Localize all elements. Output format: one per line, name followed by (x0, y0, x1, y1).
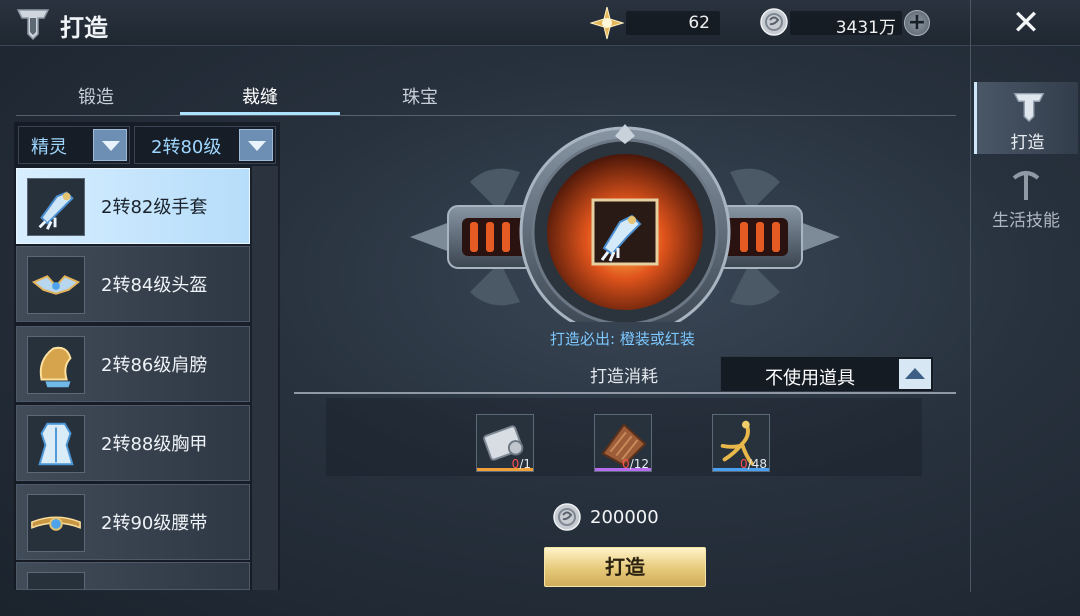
helmet-icon (27, 256, 85, 314)
forge-emblem (410, 124, 840, 322)
material-count: 0/1 (511, 457, 531, 471)
side-tab-forge[interactable]: 打造 (974, 82, 1078, 154)
pickaxe-icon (1012, 171, 1040, 200)
silver-coin-icon (553, 503, 581, 531)
forge-guarantee-note: 打造必出: 橙装或红装 (550, 330, 695, 348)
cost-label: 打造消耗 (590, 367, 658, 387)
belt-icon (27, 494, 85, 552)
list-item-label: 2转90级腰带 (101, 513, 208, 534)
chevron-down-icon (239, 129, 273, 161)
silver-cost: 200000 (590, 507, 659, 528)
gloves-icon (27, 178, 85, 236)
material-slot[interactable]: 0/1 (476, 414, 534, 472)
list-item[interactable]: 2转86级肩膀 (16, 326, 250, 402)
star-resource-box: 62 (626, 11, 720, 35)
side-tab-label: 打造 (1010, 133, 1045, 153)
forge-button[interactable]: 打造 (544, 547, 706, 587)
level-filter-dropdown[interactable]: 2转80级 (134, 126, 276, 164)
chevron-down-icon (93, 129, 127, 161)
side-tab-label: 生活技能 (992, 211, 1060, 231)
tab-forging[interactable]: 锻造 (16, 84, 176, 116)
side-tab-life-skills[interactable]: 生活技能 (974, 160, 1078, 232)
list-scrollbar[interactable] (252, 166, 278, 590)
silver-value: 3431万 (835, 18, 896, 38)
material-count: 0/48 (740, 457, 767, 471)
list-item[interactable]: 2转90级腰带 (16, 484, 250, 560)
list-item[interactable]: 2转84级头盔 (16, 246, 250, 322)
star-value: 62 (688, 13, 710, 33)
list-item-label: 2转82级手套 (101, 197, 208, 218)
material-slot[interactable]: 0/12 (594, 414, 652, 472)
item-usage-dropdown[interactable]: 不使用道具 (720, 356, 934, 392)
list-item-label: 2转88级胸甲 (101, 434, 208, 455)
item-thumbnail-icon (27, 572, 85, 589)
class-filter-label: 精灵 (31, 137, 67, 158)
add-silver-button[interactable]: + (904, 10, 930, 36)
level-filter-label: 2转80级 (151, 137, 222, 158)
chevron-up-icon (899, 359, 931, 389)
tab-underline (16, 115, 956, 116)
item-usage-label: 不使用道具 (765, 368, 855, 389)
close-button[interactable]: ✕ (1006, 6, 1046, 40)
page-title: 打造 (60, 14, 108, 42)
list-item-label: 2转84级头盔 (101, 275, 208, 296)
chest-armor-icon (27, 415, 85, 473)
header-divider (970, 0, 971, 46)
side-nav-divider (970, 46, 971, 592)
forge-icon (1013, 92, 1045, 123)
list-item[interactable] (16, 562, 250, 590)
material-count: 0/12 (622, 457, 649, 471)
class-filter-dropdown[interactable]: 精灵 (18, 126, 130, 164)
list-item[interactable]: 2转82级手套 (16, 168, 250, 244)
tab-jewelry[interactable]: 珠宝 (340, 84, 500, 116)
tab-tailoring[interactable]: 裁缝 (180, 84, 340, 116)
list-item-label: 2转86级肩膀 (101, 355, 208, 376)
material-slot[interactable]: 0/48 (712, 414, 770, 472)
shoulder-icon (27, 336, 85, 394)
top-bar: 打造 62 3431万 + ✕ (0, 0, 1080, 46)
silver-resource-box: 3431万 (790, 11, 902, 38)
star-currency-icon (590, 6, 624, 40)
forge-logo-icon (16, 9, 50, 41)
list-item[interactable]: 2转88级胸甲 (16, 405, 250, 481)
cost-divider (294, 392, 956, 394)
silver-coin-icon (760, 8, 788, 36)
